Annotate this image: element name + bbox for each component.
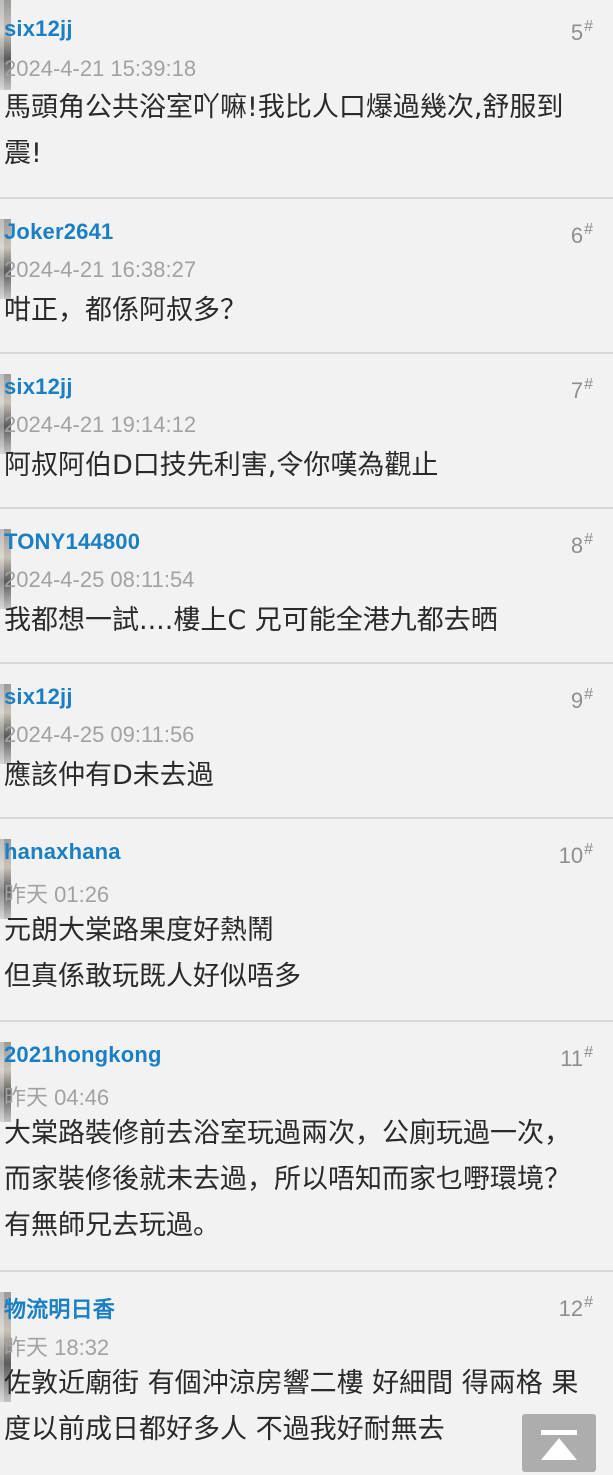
post-username[interactable]: 2021hongkong — [4, 1042, 162, 1068]
post-username[interactable]: six12jj — [4, 374, 73, 400]
post-floor-8: TONY144800 8# 2024-4-25 08:11:54 我都想一試..… — [0, 509, 613, 664]
post-timestamp: 昨天 04:46 — [4, 1085, 110, 1110]
post-floor-9: six12jj 9# 2024-4-25 09:11:56 應該仲有D未去過 — [0, 664, 613, 819]
post-content: 應該仲有D未去過 — [4, 760, 214, 791]
post-content: 佐敦近廟街 有個沖涼房響二樓 好細間 得兩格 果度以前成日都好多人 不過我好耐無… — [4, 1368, 579, 1445]
post-timestamp: 2024-4-21 19:14:12 — [4, 412, 197, 437]
post-floor-number[interactable]: 9# — [571, 686, 593, 714]
post-timestamp: 2024-4-21 15:39:18 — [4, 56, 197, 81]
post-floor-10: hanaxhana 10# 昨天 01:26 元朗大棠路果度好熱鬧 但真係敢玩既… — [0, 819, 613, 1022]
post-content: 我都想一試....樓上C 兄可能全港九都去晒 — [4, 605, 498, 636]
scroll-to-top-icon — [541, 1430, 577, 1435]
post-username[interactable]: six12jj — [4, 684, 73, 710]
up-arrow-icon — [541, 1438, 577, 1460]
post-floor-6: Joker2641 6# 2024-4-21 16:38:27 咁正，都係阿叔多… — [0, 199, 613, 354]
post-floor-7: six12jj 7# 2024-4-21 19:14:12 阿叔阿伯D口技先利害… — [0, 354, 613, 509]
post-timestamp: 2024-4-21 16:38:27 — [4, 257, 197, 282]
post-username[interactable]: 物流明日香 — [4, 1292, 115, 1324]
post-floor-number[interactable]: 8# — [571, 531, 593, 559]
post-content: 咁正，都係阿叔多？ — [4, 295, 247, 326]
post-content: 元朗大棠路果度好熱鬧 但真係敢玩既人好似唔多 — [4, 915, 301, 992]
post-content: 阿叔阿伯D口技先利害,令你嘆為觀止 — [4, 450, 439, 481]
post-floor-number[interactable]: 5# — [571, 18, 593, 46]
post-floor-number[interactable]: 6# — [571, 221, 593, 249]
post-timestamp: 2024-4-25 08:11:54 — [4, 567, 195, 592]
scroll-to-top-button[interactable] — [522, 1414, 596, 1472]
post-floor-5: six12jj 5# 2024-4-21 15:39:18 馬頭角公共浴室吖嘛!… — [0, 0, 613, 199]
thread-post-list: six12jj 5# 2024-4-21 15:39:18 馬頭角公共浴室吖嘛!… — [0, 0, 613, 1475]
post-floor-number[interactable]: 11# — [560, 1044, 593, 1072]
post-timestamp: 2024-4-25 09:11:56 — [4, 722, 195, 747]
post-username[interactable]: hanaxhana — [4, 839, 121, 865]
post-username[interactable]: TONY144800 — [4, 529, 140, 555]
post-content: 大棠路裝修前去浴室玩過兩次，公廁玩過一次，而家裝修後就未去過，所以唔知而家乜嘢環… — [4, 1118, 571, 1241]
post-floor-number[interactable]: 12# — [559, 1294, 593, 1322]
post-timestamp: 昨天 01:26 — [4, 882, 110, 907]
post-floor-number[interactable]: 10# — [559, 841, 593, 869]
post-timestamp: 昨天 18:32 — [4, 1335, 110, 1360]
post-username[interactable]: six12jj — [4, 16, 73, 42]
post-username[interactable]: Joker2641 — [4, 219, 113, 245]
post-content: 馬頭角公共浴室吖嘛!我比人口爆過幾次,舒服到震! — [4, 92, 564, 169]
post-floor-number[interactable]: 7# — [571, 376, 593, 404]
post-floor-11: 2021hongkong 11# 昨天 04:46 大棠路裝修前去浴室玩過兩次，… — [0, 1022, 613, 1272]
